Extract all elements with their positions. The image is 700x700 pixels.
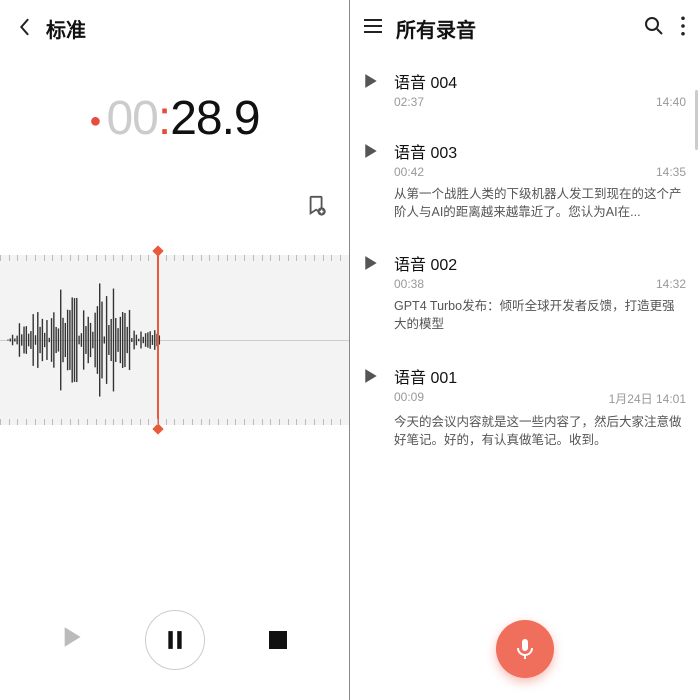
list-item[interactable]: 语音 004 02:37 14:40 bbox=[364, 55, 686, 125]
play-icon[interactable] bbox=[364, 364, 394, 449]
more-button[interactable] bbox=[680, 16, 686, 42]
play-button[interactable] bbox=[62, 626, 82, 654]
recording-name: 语音 002 bbox=[394, 251, 686, 275]
waveform[interactable] bbox=[0, 255, 349, 425]
play-icon[interactable] bbox=[364, 251, 394, 333]
recording-transcript: 从第一个战胜人类的下级机器人发工到现在的这个产阶人与AI的距离越来越靠近了。您认… bbox=[394, 185, 686, 221]
recorder-title: 标准 bbox=[46, 14, 86, 43]
recordings-pane: 所有录音 语音 004 02:37 14:40 语音 003 00:42 14:35 从第一… bbox=[350, 0, 700, 700]
menu-button[interactable] bbox=[364, 17, 382, 40]
scrollbar[interactable] bbox=[695, 90, 698, 150]
recorder-pane: 标准 ●00:28.9 bbox=[0, 0, 350, 700]
list-item[interactable]: 语音 001 00:09 1月24日 14:01 今天的会议内容就是这一些内容了，然后… bbox=[364, 350, 686, 465]
recording-name: 语音 004 bbox=[394, 69, 686, 93]
waveform-cursor[interactable] bbox=[157, 251, 159, 429]
waveform-svg bbox=[0, 255, 349, 425]
recordings-header: 所有录音 bbox=[350, 0, 700, 55]
play-icon[interactable] bbox=[364, 139, 394, 221]
recording-time: 14:32 bbox=[656, 277, 686, 291]
stop-button[interactable] bbox=[269, 631, 287, 649]
recording-name: 语音 003 bbox=[394, 139, 686, 163]
mic-icon bbox=[513, 637, 537, 661]
recording-duration: 00:38 bbox=[394, 277, 424, 291]
pause-button[interactable] bbox=[145, 610, 205, 670]
search-button[interactable] bbox=[644, 16, 664, 42]
list-item[interactable]: 语音 003 00:42 14:35 从第一个战胜人类的下级机器人发工到现在的这个产阶… bbox=[364, 125, 686, 237]
recording-name: 语音 001 bbox=[394, 364, 686, 388]
recording-time: 14:40 bbox=[656, 95, 686, 109]
play-icon[interactable] bbox=[364, 69, 394, 109]
recording-transcript: GPT4 Turbo发布：倾听全球开发者反馈，打造更强大的模型 bbox=[394, 297, 686, 333]
recording-timer: ●00:28.9 bbox=[0, 91, 349, 146]
list-item[interactable]: 语音 002 00:38 14:32 GPT4 Turbo发布：倾听全球开发者反馈，打… bbox=[364, 237, 686, 349]
recording-duration: 00:09 bbox=[394, 390, 424, 407]
recording-time: 1月24日 14:01 bbox=[609, 390, 686, 407]
back-button[interactable] bbox=[16, 16, 32, 42]
recordings-title: 所有录音 bbox=[396, 14, 644, 43]
recording-time: 14:35 bbox=[656, 165, 686, 179]
record-indicator-icon: ● bbox=[89, 110, 100, 132]
record-fab[interactable] bbox=[496, 620, 554, 678]
recording-transcript: 今天的会议内容就是这一些内容了，然后大家注意做好笔记。好的，有认真做笔记。收到。 bbox=[394, 413, 686, 449]
waveform-ticks-bot bbox=[0, 419, 349, 425]
recorder-header: 标准 bbox=[0, 0, 349, 51]
recordings-list: 语音 004 02:37 14:40 语音 003 00:42 14:35 从第一个战胜人类… bbox=[350, 55, 700, 465]
bookmark-button[interactable] bbox=[307, 195, 327, 222]
recording-duration: 00:42 bbox=[394, 165, 424, 179]
recording-duration: 02:37 bbox=[394, 95, 424, 109]
recorder-controls bbox=[0, 610, 349, 670]
